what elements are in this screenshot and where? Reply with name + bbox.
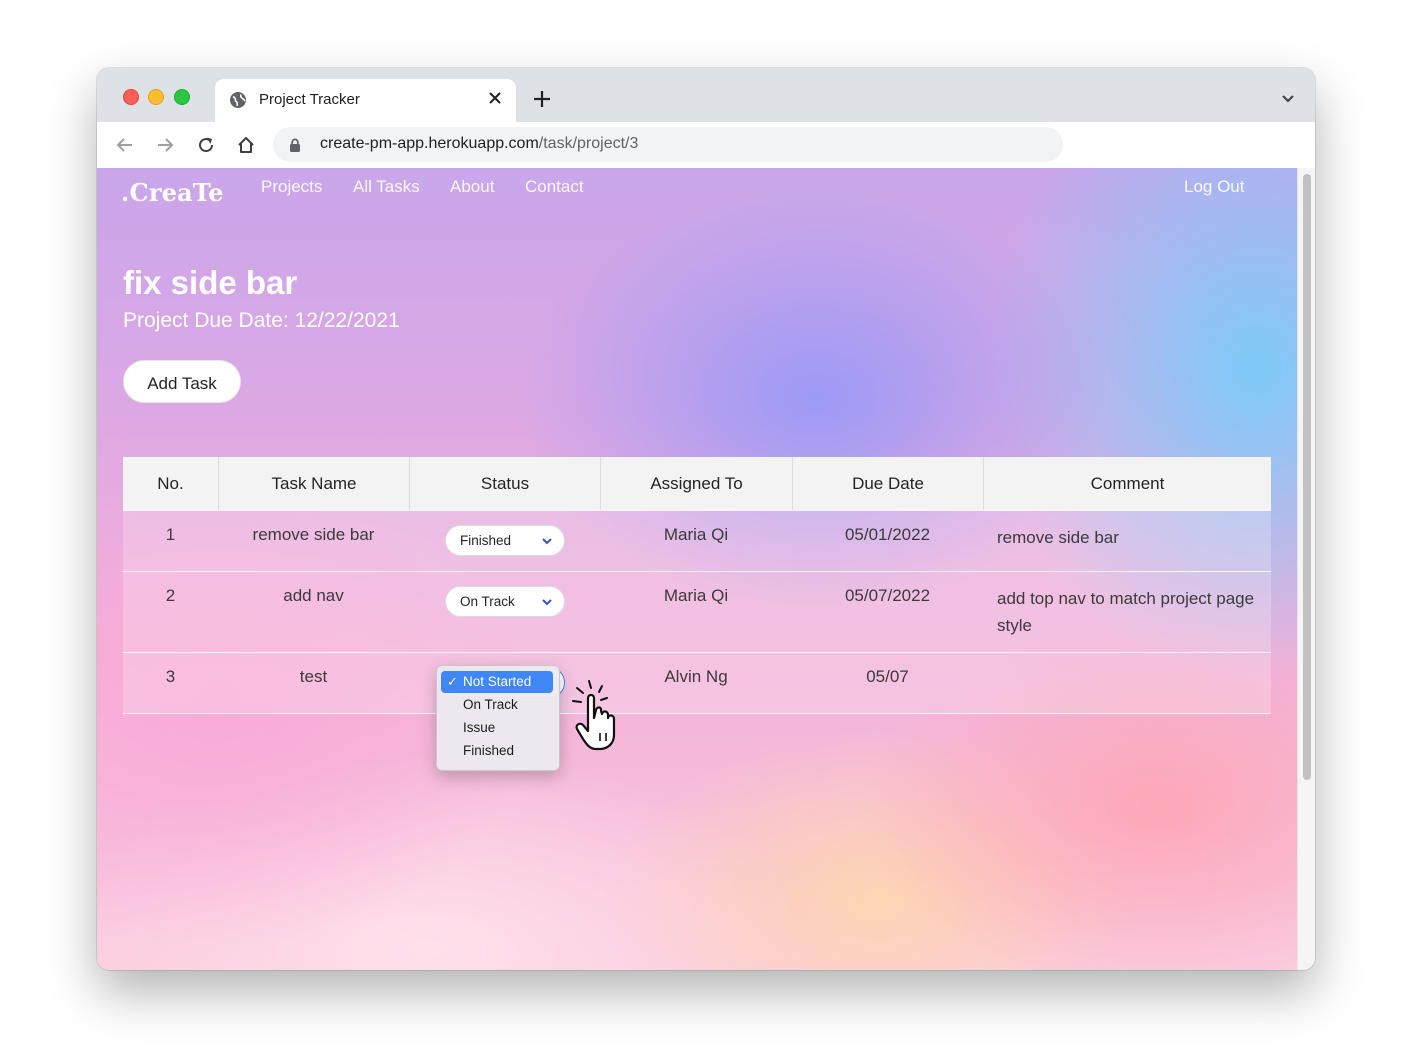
- comment: add top nav to match project page style: [997, 589, 1255, 635]
- logout-link[interactable]: Log Out: [1184, 177, 1245, 197]
- browser-toolbar: create-pm-app.herokuapp.com/task/project…: [97, 122, 1315, 169]
- hand-pointer-cursor-icon: [572, 680, 616, 751]
- assigned-to: Alvin Ng: [664, 667, 728, 686]
- maximize-window-button[interactable]: [174, 89, 190, 105]
- home-icon[interactable]: [236, 135, 256, 155]
- column-header: No.: [157, 474, 184, 493]
- checkmark-icon: ✓: [447, 674, 458, 689]
- row-number: 2: [165, 586, 176, 605]
- option-label: Not Started: [463, 674, 532, 689]
- browser-tab[interactable]: Project Tracker: [215, 79, 516, 122]
- dropdown-option-issue[interactable]: Issue: [441, 717, 553, 739]
- column-header: Task Name: [218, 457, 409, 510]
- assigned-to: Maria Qi: [663, 525, 729, 544]
- close-window-button[interactable]: [123, 89, 139, 105]
- page-viewport: .CreaTe Projects All Tasks About Contact…: [97, 168, 1297, 970]
- option-label: On Track: [463, 697, 518, 712]
- due-date: 05/07/2022: [844, 586, 931, 605]
- nav-link-contact[interactable]: Contact: [525, 177, 584, 197]
- address-bar[interactable]: create-pm-app.herokuapp.com/task/project…: [273, 127, 1063, 162]
- nav-link-projects[interactable]: Projects: [261, 177, 322, 197]
- task-name: add nav: [283, 586, 344, 605]
- minimize-window-button[interactable]: [148, 89, 164, 105]
- column-header: Status: [409, 457, 600, 510]
- dropdown-option-on-track[interactable]: On Track: [441, 694, 553, 716]
- option-label: Finished: [463, 743, 515, 758]
- assigned-to: Maria Qi: [663, 586, 729, 605]
- tab-title: Project Tracker: [259, 91, 360, 108]
- page-title: fix side bar: [123, 264, 298, 301]
- new-tab-icon[interactable]: [533, 90, 551, 108]
- dropdown-option-finished[interactable]: Finished: [441, 740, 553, 762]
- back-arrow-icon[interactable]: [115, 135, 135, 155]
- lock-icon: [290, 138, 300, 152]
- column-header: Comment: [983, 457, 1271, 510]
- chevron-down-icon: [542, 538, 552, 545]
- url-path: /task/project/3: [538, 135, 639, 152]
- table-row: 3 test Alvin Ng 05/07: [123, 652, 1271, 714]
- due-date: 05/01/2022: [844, 525, 931, 544]
- title-bar: Project Tracker: [97, 68, 1315, 122]
- forward-arrow-icon[interactable]: [155, 135, 175, 155]
- globe-icon: [230, 92, 246, 108]
- url-host: create-pm-app.herokuapp.com: [320, 135, 539, 152]
- status-dropdown-menu: ✓ Not Started On Track Issue Finished: [436, 665, 560, 771]
- add-task-button[interactable]: Add Task: [123, 360, 241, 403]
- table-row: 1 remove side bar Finished Maria Qi 05/0…: [123, 510, 1271, 571]
- close-tab-icon[interactable]: [488, 91, 502, 105]
- comment: remove side bar: [997, 528, 1119, 547]
- table-row: 2 add nav On Track Maria Qi 05/07/2022 a…: [123, 571, 1271, 652]
- scrollbar[interactable]: [1297, 168, 1315, 970]
- option-label: Issue: [463, 720, 496, 735]
- status-select[interactable]: Finished: [445, 525, 565, 556]
- scrollbar-thumb[interactable]: [1303, 174, 1311, 780]
- browser-window: Project Tracker create-pm-app.herokuapp.…: [97, 68, 1315, 970]
- project-due-date: Project Due Date: 12/22/2021: [123, 309, 400, 332]
- url-text: create-pm-app.herokuapp.com/task/project…: [320, 135, 638, 153]
- nav-link-about[interactable]: About: [450, 177, 494, 197]
- dropdown-option-not-started[interactable]: ✓ Not Started: [441, 671, 553, 693]
- chevron-down-icon[interactable]: [1281, 94, 1295, 104]
- task-name: test: [299, 667, 328, 686]
- column-header: Assigned To: [600, 457, 792, 510]
- status-value: Finished: [460, 533, 512, 548]
- table-header: No. Task Name Status Assigned To Due Dat…: [123, 457, 1271, 510]
- due-date: 05/07: [866, 667, 909, 686]
- row-number: 1: [165, 525, 176, 544]
- status-select[interactable]: On Track: [445, 586, 565, 617]
- reload-icon[interactable]: [196, 135, 216, 155]
- status-value: On Track: [460, 594, 515, 609]
- nav-link-all-tasks[interactable]: All Tasks: [353, 177, 420, 197]
- site-logo[interactable]: .CreaTe: [121, 178, 224, 207]
- chevron-down-icon: [542, 599, 552, 606]
- row-number: 3: [165, 667, 176, 686]
- task-name: remove side bar: [252, 525, 375, 544]
- column-header: Due Date: [792, 457, 983, 510]
